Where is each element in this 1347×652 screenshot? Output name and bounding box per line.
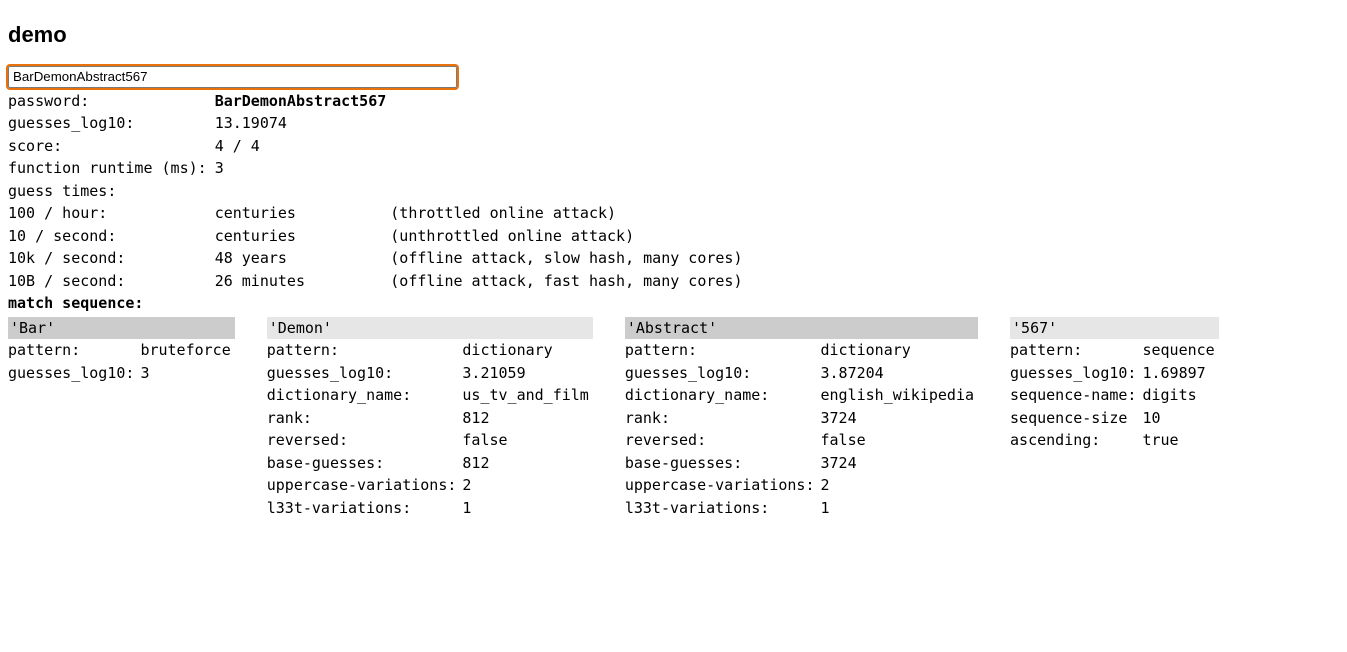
password-label: password: (8, 90, 215, 113)
match-token: 'Bar' (8, 317, 235, 340)
guess-time-time: 26 minutes (215, 270, 391, 293)
match-val: 3724 (821, 452, 979, 475)
match-key: pattern: (1010, 339, 1142, 362)
match-key: guesses_log10: (625, 362, 821, 385)
match-val: false (462, 429, 592, 452)
match-block: 'Abstract' pattern:dictionary guesses_lo… (625, 317, 978, 520)
match-key: uppercase-variations: (625, 474, 821, 497)
match-token: 'Abstract' (625, 317, 978, 340)
match-block: '567' pattern:sequence guesses_log10:1.6… (1010, 317, 1219, 520)
match-key: l33t-variations: (625, 497, 821, 520)
match-key: guesses_log10: (8, 362, 140, 385)
password-value: BarDemonAbstract567 (215, 90, 391, 113)
guess-time-rate: 100 / hour: (8, 202, 215, 225)
match-key: rank: (267, 407, 463, 430)
match-key: guesses_log10: (1010, 362, 1142, 385)
match-val: english_wikipedia (821, 384, 979, 407)
match-key: dictionary_name: (267, 384, 463, 407)
match-val: 812 (462, 452, 592, 475)
guess-times-label: guess times: (8, 180, 746, 203)
match-key: guesses_log10: (267, 362, 463, 385)
runtime-value: 3 (215, 157, 391, 180)
match-val: 3.87204 (821, 362, 979, 385)
guess-time-desc: (offline attack, slow hash, many cores) (390, 247, 746, 270)
match-block: 'Bar' pattern:bruteforce guesses_log10:3 (8, 317, 235, 520)
score-label: score: (8, 135, 215, 158)
match-key: pattern: (8, 339, 140, 362)
match-key: pattern: (625, 339, 821, 362)
guess-time-rate: 10k / second: (8, 247, 215, 270)
match-val: 3.21059 (462, 362, 592, 385)
match-key: sequence-size (1010, 407, 1142, 430)
match-block: 'Demon' pattern:dictionary guesses_log10… (267, 317, 593, 520)
password-input[interactable] (8, 66, 457, 88)
match-val: bruteforce (140, 339, 234, 362)
guesses-log10-value: 13.19074 (215, 112, 391, 135)
match-key: base-guesses: (625, 452, 821, 475)
match-val: dictionary (462, 339, 592, 362)
score-value: 4 / 4 (215, 135, 391, 158)
guess-time-row: 10k / second: 48 years (offline attack, … (8, 247, 746, 270)
match-val: 1 (821, 497, 979, 520)
match-sequence: 'Bar' pattern:bruteforce guesses_log10:3… (8, 317, 1339, 520)
guess-time-rate: 10B / second: (8, 270, 215, 293)
match-val: sequence (1142, 339, 1218, 362)
match-key: pattern: (267, 339, 463, 362)
match-token: 'Demon' (267, 317, 593, 340)
guess-time-time: centuries (215, 225, 391, 248)
match-val: 1 (462, 497, 592, 520)
guess-time-row: 10 / second: centuries (unthrottled onli… (8, 225, 746, 248)
match-key: ascending: (1010, 429, 1142, 452)
guess-time-time: centuries (215, 202, 391, 225)
match-val: digits (1142, 384, 1218, 407)
match-val: true (1142, 429, 1218, 452)
match-val: us_tv_and_film (462, 384, 592, 407)
match-val: 3 (140, 362, 234, 385)
match-val: 3724 (821, 407, 979, 430)
guess-time-rate: 10 / second: (8, 225, 215, 248)
match-val: 10 (1142, 407, 1218, 430)
match-val: false (821, 429, 979, 452)
guess-time-row: 100 / hour: centuries (throttled online … (8, 202, 746, 225)
match-key: sequence-name: (1010, 384, 1142, 407)
match-val: dictionary (821, 339, 979, 362)
guess-time-desc: (offline attack, fast hash, many cores) (390, 270, 746, 293)
page-title: demo (8, 18, 1339, 51)
match-key: reversed: (625, 429, 821, 452)
match-val: 1.69897 (1142, 362, 1218, 385)
match-key: dictionary_name: (625, 384, 821, 407)
guess-time-desc: (unthrottled online attack) (390, 225, 746, 248)
guess-time-row: 10B / second: 26 minutes (offline attack… (8, 270, 746, 293)
match-key: rank: (625, 407, 821, 430)
guesses-log10-label: guesses_log10: (8, 112, 215, 135)
guess-time-time: 48 years (215, 247, 391, 270)
match-key: base-guesses: (267, 452, 463, 475)
match-token: '567' (1010, 317, 1219, 340)
match-val: 2 (821, 474, 979, 497)
match-val: 812 (462, 407, 592, 430)
summary-table: password: BarDemonAbstract567 guesses_lo… (8, 90, 746, 315)
guess-time-desc: (throttled online attack) (390, 202, 746, 225)
match-key: l33t-variations: (267, 497, 463, 520)
match-sequence-label: match sequence: (8, 292, 746, 315)
match-key: uppercase-variations: (267, 474, 463, 497)
match-val: 2 (462, 474, 592, 497)
runtime-label: function runtime (ms): (8, 157, 215, 180)
match-key: reversed: (267, 429, 463, 452)
